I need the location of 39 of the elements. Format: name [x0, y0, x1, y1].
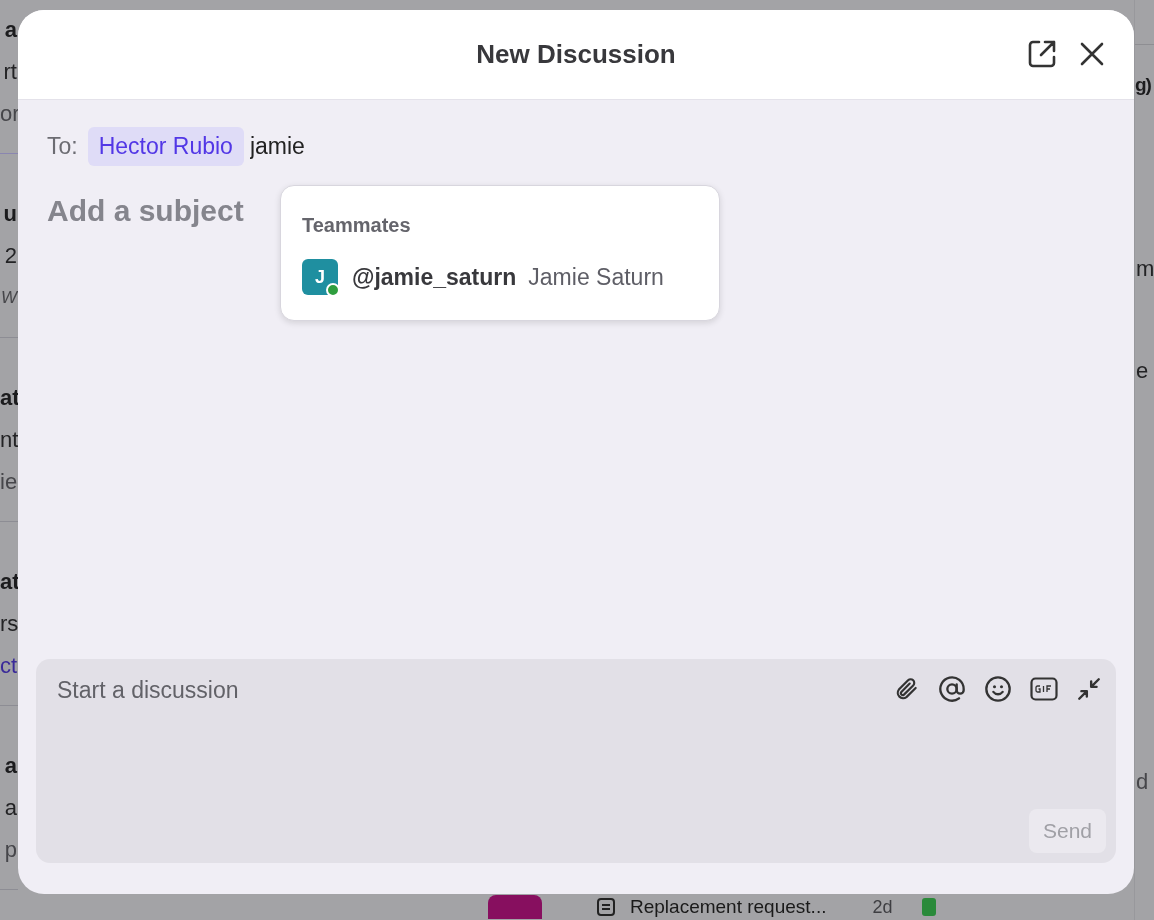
username: @jamie_saturn: [352, 263, 517, 291]
list-text: 2: [3, 242, 18, 270]
list-text: rt: [2, 58, 18, 86]
mention-icon[interactable]: [938, 675, 966, 703]
collapse-icon[interactable]: [1076, 676, 1102, 702]
document-icon: [596, 897, 616, 917]
close-icon[interactable]: [1080, 42, 1104, 66]
smiley-icon[interactable]: [984, 675, 1012, 703]
link-text: ct: [0, 652, 18, 680]
list-text: W: [0, 287, 18, 309]
dialog-title: New Discussion: [476, 39, 676, 70]
avatar: J: [302, 259, 338, 295]
message-placeholder: Start a discussion: [57, 676, 239, 704]
list-text: d: [1135, 768, 1150, 796]
to-label: To:: [47, 132, 78, 160]
recipient-field[interactable]: jamie: [249, 132, 346, 160]
gif-icon[interactable]: [1030, 677, 1058, 701]
paperclip-icon[interactable]: [894, 676, 920, 702]
list-text: e: [1135, 357, 1150, 385]
list-text: a: [3, 794, 18, 822]
section-heading: Teammates: [302, 214, 412, 237]
full-name: Jamie Saturn: [528, 263, 664, 291]
subject-field[interactable]: Add a subject: [47, 194, 277, 228]
recipient-chip[interactable]: Hector Rubio: [87, 126, 244, 166]
list-text: rs: [0, 610, 18, 638]
list-text: g): [1135, 73, 1152, 97]
list-text: a: [3, 16, 18, 44]
status-badge: [922, 898, 937, 916]
avatar-block: [488, 895, 542, 919]
conversation-title[interactable]: Replacement request...: [630, 896, 827, 918]
list-text: ie: [0, 468, 18, 496]
list-text: p: [3, 836, 18, 864]
time-label: 2d: [872, 896, 893, 918]
pop-out-icon[interactable]: [1026, 38, 1058, 70]
list-text: m: [1135, 255, 1154, 283]
list-text: nt: [0, 426, 18, 454]
list-text: u: [2, 200, 18, 228]
suggestion-item[interactable]: J @jamie_saturn Jamie Saturn: [302, 259, 698, 295]
list-text: a: [3, 752, 18, 780]
